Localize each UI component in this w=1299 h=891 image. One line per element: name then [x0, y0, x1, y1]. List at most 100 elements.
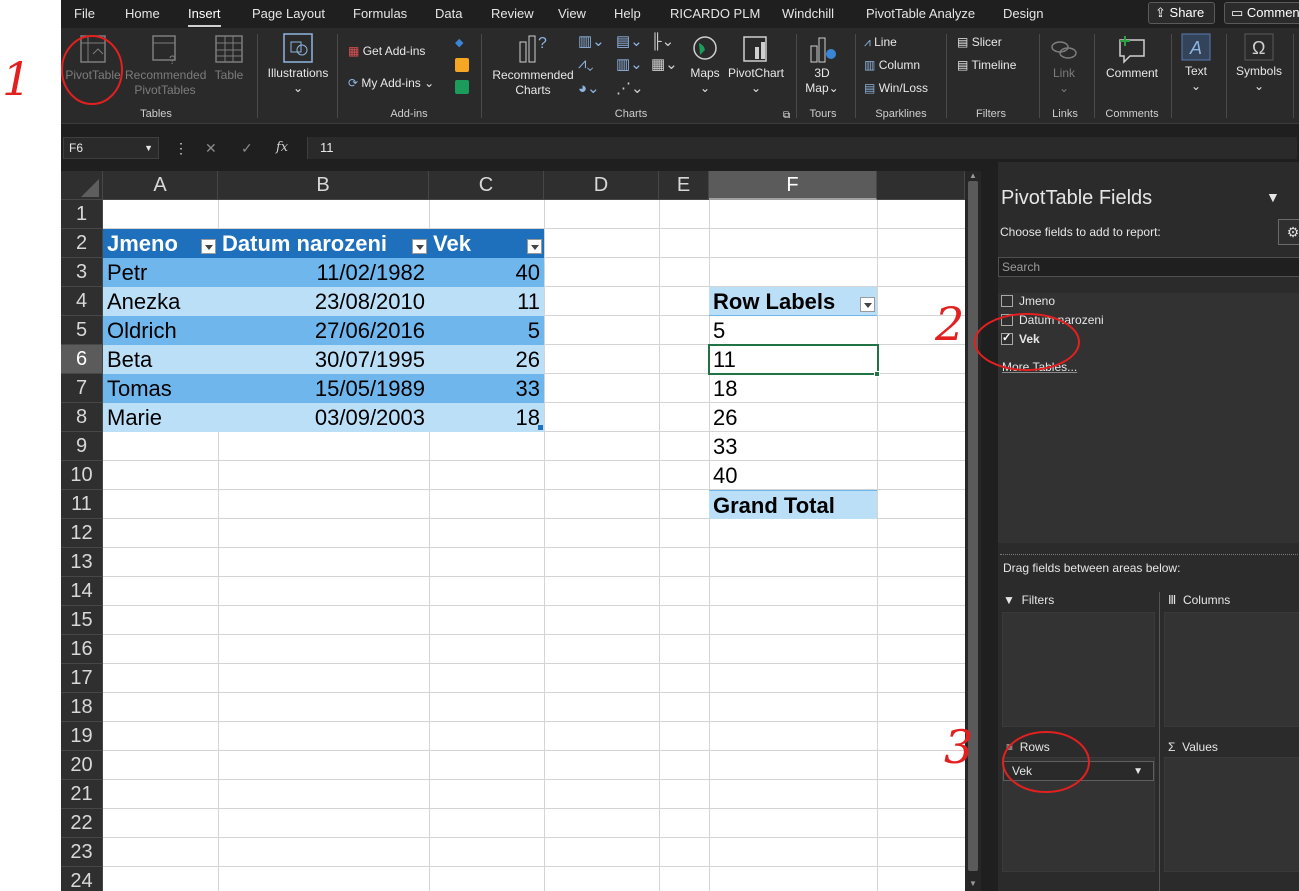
- row-header[interactable]: 1: [61, 200, 103, 229]
- table-cell[interactable]: 15/05/1989: [218, 374, 429, 403]
- pivot-filter-dropdown-icon[interactable]: [860, 297, 875, 312]
- field-item-vek[interactable]: Vek: [1001, 331, 1040, 346]
- checked-checkbox-icon[interactable]: [1001, 331, 1013, 345]
- column-header-f[interactable]: F: [709, 171, 877, 200]
- formula-input[interactable]: 11: [307, 137, 1297, 159]
- table-cell[interactable]: 40: [429, 258, 544, 287]
- field-search-input[interactable]: Search: [998, 257, 1299, 277]
- 3d-map-button[interactable]: 3D Map⌄: [803, 34, 841, 96]
- row-header[interactable]: 10: [61, 461, 103, 490]
- pivot-row-item[interactable]: 33: [709, 432, 877, 461]
- row-header[interactable]: 12: [61, 519, 103, 548]
- row-header[interactable]: 9: [61, 432, 103, 461]
- tab-review[interactable]: Review: [491, 6, 534, 21]
- column-header-e[interactable]: E: [659, 171, 709, 200]
- row-header[interactable]: 16: [61, 635, 103, 664]
- worksheet-grid[interactable]: A B C D E F 1 2 3 4 5 6 7 8 9 10 11 12 13 14 15 16 17 18 1…: [61, 171, 965, 891]
- tab-file[interactable]: File: [74, 6, 95, 21]
- select-all-corner[interactable]: [61, 171, 103, 200]
- pie-chart-icon[interactable]: ◕⌄: [578, 79, 600, 97]
- pivot-row-item[interactable]: 5: [709, 316, 877, 345]
- sparkline-winloss-button[interactable]: ▤ Win/Loss: [864, 80, 928, 96]
- waterfall-chart-icon[interactable]: ╟⌄: [651, 32, 674, 50]
- column-header-d[interactable]: D: [544, 171, 659, 200]
- table-cell[interactable]: 33: [429, 374, 544, 403]
- table-cell[interactable]: 5: [429, 316, 544, 345]
- hierarchy-chart-icon[interactable]: ▤⌄: [616, 32, 643, 50]
- line-chart-icon[interactable]: ⩘⌄: [578, 55, 594, 72]
- row-header[interactable]: 14: [61, 577, 103, 606]
- pivot-grand-total[interactable]: Grand Total: [709, 490, 877, 519]
- slicer-button[interactable]: ▤ Slicer: [957, 34, 1002, 50]
- pane-options-chevron-icon[interactable]: ▼: [1266, 189, 1280, 205]
- column-chart-icon[interactable]: ▥⌄: [578, 32, 605, 50]
- table-header-vek[interactable]: Vek: [429, 229, 544, 258]
- filter-dropdown-icon[interactable]: [201, 239, 216, 254]
- enter-icon[interactable]: ✓: [241, 140, 253, 157]
- dialog-launcher-icon[interactable]: ⧉: [783, 110, 790, 121]
- symbols-button[interactable]: Ω Symbols ⌄: [1231, 32, 1287, 94]
- link-button[interactable]: Link ⌄: [1046, 36, 1082, 96]
- column-header-c[interactable]: C: [429, 171, 544, 200]
- row-header[interactable]: 23: [61, 838, 103, 867]
- share-button[interactable]: ⇪ Share: [1148, 2, 1215, 24]
- row-header[interactable]: 20: [61, 751, 103, 780]
- pivot-row-labels-header[interactable]: Row Labels: [709, 287, 877, 316]
- table-cell[interactable]: Tomas: [103, 374, 218, 403]
- row-header[interactable]: 17: [61, 664, 103, 693]
- row-header[interactable]: 8: [61, 403, 103, 432]
- checkbox-icon[interactable]: [1001, 314, 1013, 326]
- row-header[interactable]: 4: [61, 287, 103, 316]
- bing-icon[interactable]: [455, 58, 469, 72]
- illustrations-button[interactable]: Illustrations ⌄: [264, 32, 332, 96]
- table-cell[interactable]: 23/08/2010: [218, 287, 429, 316]
- row-header[interactable]: 3: [61, 258, 103, 287]
- gear-icon[interactable]: ⚙: [1278, 219, 1299, 245]
- maps-button[interactable]: Maps ⌄: [688, 34, 722, 96]
- text-button[interactable]: A Text ⌄: [1178, 32, 1214, 94]
- filters-drop-area[interactable]: [1002, 612, 1155, 727]
- table-cell[interactable]: 30/07/1995: [218, 345, 429, 374]
- table-cell[interactable]: Petr: [103, 258, 218, 287]
- column-header-a[interactable]: A: [103, 171, 218, 200]
- table-cell[interactable]: 11: [429, 287, 544, 316]
- more-options-icon[interactable]: ⋮: [174, 140, 188, 157]
- table-cell[interactable]: 11/02/1982: [218, 258, 429, 287]
- field-item-jmeno[interactable]: Jmeno: [1001, 294, 1055, 308]
- table-cell[interactable]: 26: [429, 345, 544, 374]
- tab-home[interactable]: Home: [125, 6, 160, 21]
- row-header[interactable]: 19: [61, 722, 103, 751]
- table-cell[interactable]: Marie: [103, 403, 218, 432]
- new-comment-button[interactable]: Comment: [1101, 34, 1163, 81]
- row-header[interactable]: 21: [61, 780, 103, 809]
- scroll-up-icon[interactable]: ▲: [969, 171, 977, 180]
- field-item-datum-narozeni[interactable]: Datum narozeni: [1001, 313, 1104, 327]
- scroll-down-icon[interactable]: ▼: [969, 879, 977, 888]
- checkbox-icon[interactable]: [1001, 295, 1013, 307]
- cancel-icon[interactable]: ✕: [205, 140, 217, 157]
- filter-dropdown-icon[interactable]: [527, 239, 542, 254]
- table-cell[interactable]: 27/06/2016: [218, 316, 429, 345]
- column-header-g[interactable]: [877, 171, 965, 200]
- table-cell[interactable]: 18: [429, 403, 544, 432]
- row-header[interactable]: 18: [61, 693, 103, 722]
- row-header[interactable]: 7: [61, 374, 103, 403]
- fill-handle[interactable]: [874, 371, 880, 377]
- row-header[interactable]: 5: [61, 316, 103, 345]
- table-header-datum[interactable]: Datum narozeni: [218, 229, 429, 258]
- recommended-charts-button[interactable]: ? Recommended Charts: [489, 32, 577, 98]
- table-cell[interactable]: Oldrich: [103, 316, 218, 345]
- table-header-jmeno[interactable]: Jmeno: [103, 229, 218, 258]
- row-header[interactable]: 24: [61, 867, 103, 891]
- column-header-b[interactable]: B: [218, 171, 429, 200]
- tab-windchill[interactable]: Windchill: [782, 6, 834, 21]
- chip-dropdown-icon[interactable]: ▼: [1133, 763, 1143, 781]
- row-header[interactable]: 6: [61, 345, 103, 374]
- pivot-row-item[interactable]: 18: [709, 374, 877, 403]
- row-header[interactable]: 13: [61, 548, 103, 577]
- table-cell[interactable]: 03/09/2003: [218, 403, 429, 432]
- values-drop-area[interactable]: [1164, 757, 1299, 872]
- get-add-ins-button[interactable]: ▦ Get Add-ins: [348, 43, 425, 59]
- name-box[interactable]: F6 ▼: [63, 137, 159, 159]
- comments-button[interactable]: ▭ Comments: [1224, 2, 1299, 24]
